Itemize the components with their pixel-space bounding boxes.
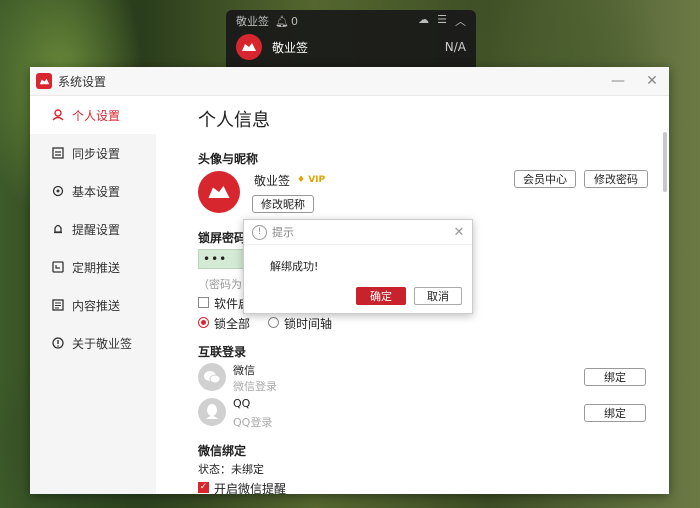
- info-icon: [52, 337, 64, 349]
- social-login-section-title: 互联登录: [198, 345, 247, 359]
- sync-icon: [52, 147, 64, 159]
- sidebar-item-label: 基本设置: [72, 184, 121, 199]
- dialog-header[interactable]: ! 提示 ✕: [244, 220, 472, 245]
- dialog-message: 解绑成功!: [270, 260, 319, 273]
- app-logo-icon: [36, 73, 52, 89]
- vip-label: VIP: [308, 175, 326, 185]
- gear-icon: [52, 185, 64, 197]
- wechat-sub: 微信登录: [233, 380, 277, 393]
- sidebar-item-label: 定期推送: [72, 260, 121, 275]
- mini-widget-row[interactable]: 敬业签 N/A: [226, 32, 476, 62]
- cloud-icon[interactable]: ☁: [418, 13, 429, 29]
- document-icon: [52, 299, 64, 311]
- sidebar-item-personal[interactable]: 个人设置: [30, 96, 156, 134]
- mini-widget-value: N/A: [444, 40, 466, 54]
- bell-icon[interactable]: 🔔︎: [275, 15, 289, 28]
- lock-all-label: 锁全部: [214, 317, 251, 331]
- title-bar[interactable]: 系统设置 — ✕: [30, 67, 669, 96]
- person-icon: [52, 109, 64, 121]
- sidebar-item-label: 内容推送: [72, 298, 121, 313]
- vip-badge: ♦ VIP: [297, 175, 326, 185]
- scrollbar[interactable]: [663, 132, 667, 192]
- window-title: 系统设置: [58, 74, 107, 89]
- minimize-button[interactable]: —: [601, 67, 635, 95]
- alert-dialog: ! 提示 ✕ 解绑成功! 确定 取消: [243, 219, 473, 314]
- wechat-bind-status: 状态：未绑定: [198, 463, 264, 476]
- wechat-name: 微信: [233, 364, 255, 377]
- avatar-section-title: 头像与昵称: [198, 152, 259, 166]
- dialog-title: 提示: [272, 226, 294, 239]
- wechat-reminder-label: 开启微信提醒: [214, 482, 287, 494]
- qq-bind-button[interactable]: 绑定: [584, 404, 646, 422]
- page-title: 个人信息: [198, 110, 270, 131]
- ok-button[interactable]: 确定: [356, 287, 406, 305]
- qq-sub: QQ登录: [233, 416, 273, 429]
- wechat-bind-button[interactable]: 绑定: [584, 368, 646, 386]
- bell-icon: [52, 223, 64, 235]
- sidebar-item-basic[interactable]: 基本设置: [30, 172, 156, 210]
- software-start-checkbox[interactable]: [198, 297, 209, 308]
- avatar[interactable]: [198, 171, 240, 213]
- wechat-reminder-checkbox[interactable]: ✓: [198, 482, 209, 493]
- edit-nickname-button[interactable]: 修改昵称: [252, 195, 314, 213]
- change-password-button[interactable]: 修改密码: [584, 170, 648, 188]
- mini-widget-bar: 敬业签 🔔︎ 0 ☁ ☰ ︿: [226, 10, 476, 32]
- mini-app-name: 敬业签: [236, 15, 269, 28]
- sidebar-item-label: 个人设置: [72, 108, 121, 123]
- wechat-bind-section-title: 微信绑定: [198, 444, 247, 458]
- sidebar-item-label: 提醒设置: [72, 222, 121, 237]
- lock-section-title: 锁屏密码: [198, 231, 247, 245]
- menu-icon[interactable]: ☰: [437, 13, 447, 29]
- app-logo-icon: [236, 34, 262, 60]
- dialog-close-icon[interactable]: ✕: [446, 225, 472, 240]
- calendar-icon: [52, 261, 64, 273]
- sidebar-item-scheduled-push[interactable]: 定期推送: [30, 248, 156, 286]
- sidebar-item-about[interactable]: 关于敬业签: [30, 324, 156, 362]
- lock-timeline-label: 锁时间轴: [284, 317, 333, 331]
- sidebar-item-reminder[interactable]: 提醒设置: [30, 210, 156, 248]
- chevron-up-icon[interactable]: ︿: [455, 13, 466, 29]
- close-button[interactable]: ✕: [635, 67, 669, 95]
- sidebar-item-label: 关于敬业签: [72, 336, 133, 351]
- wechat-icon: [198, 363, 226, 391]
- qq-name: QQ: [233, 397, 251, 410]
- lock-timeline-radio[interactable]: [268, 317, 279, 328]
- lock-all-radio[interactable]: [198, 317, 209, 328]
- qq-icon: [198, 398, 226, 426]
- nickname: 敬业签: [254, 174, 291, 188]
- member-center-button[interactable]: 会员中心: [514, 170, 576, 188]
- cancel-button[interactable]: 取消: [414, 287, 462, 305]
- info-icon: !: [252, 224, 267, 240]
- mini-widget: 敬业签 🔔︎ 0 ☁ ☰ ︿ 敬业签 N/A: [226, 10, 476, 72]
- sidebar-item-label: 同步设置: [72, 146, 121, 161]
- sidebar-item-content-push[interactable]: 内容推送: [30, 286, 156, 324]
- password-hint: （密码为: [198, 278, 242, 291]
- sidebar-item-sync[interactable]: 同步设置: [30, 134, 156, 172]
- mini-widget-app-name: 敬业签: [272, 40, 309, 55]
- sidebar: 个人设置 同步设置 基本设置 提醒设置 定期推送 内容推送 关于敬业签: [30, 96, 156, 494]
- mini-count: 0: [290, 14, 298, 28]
